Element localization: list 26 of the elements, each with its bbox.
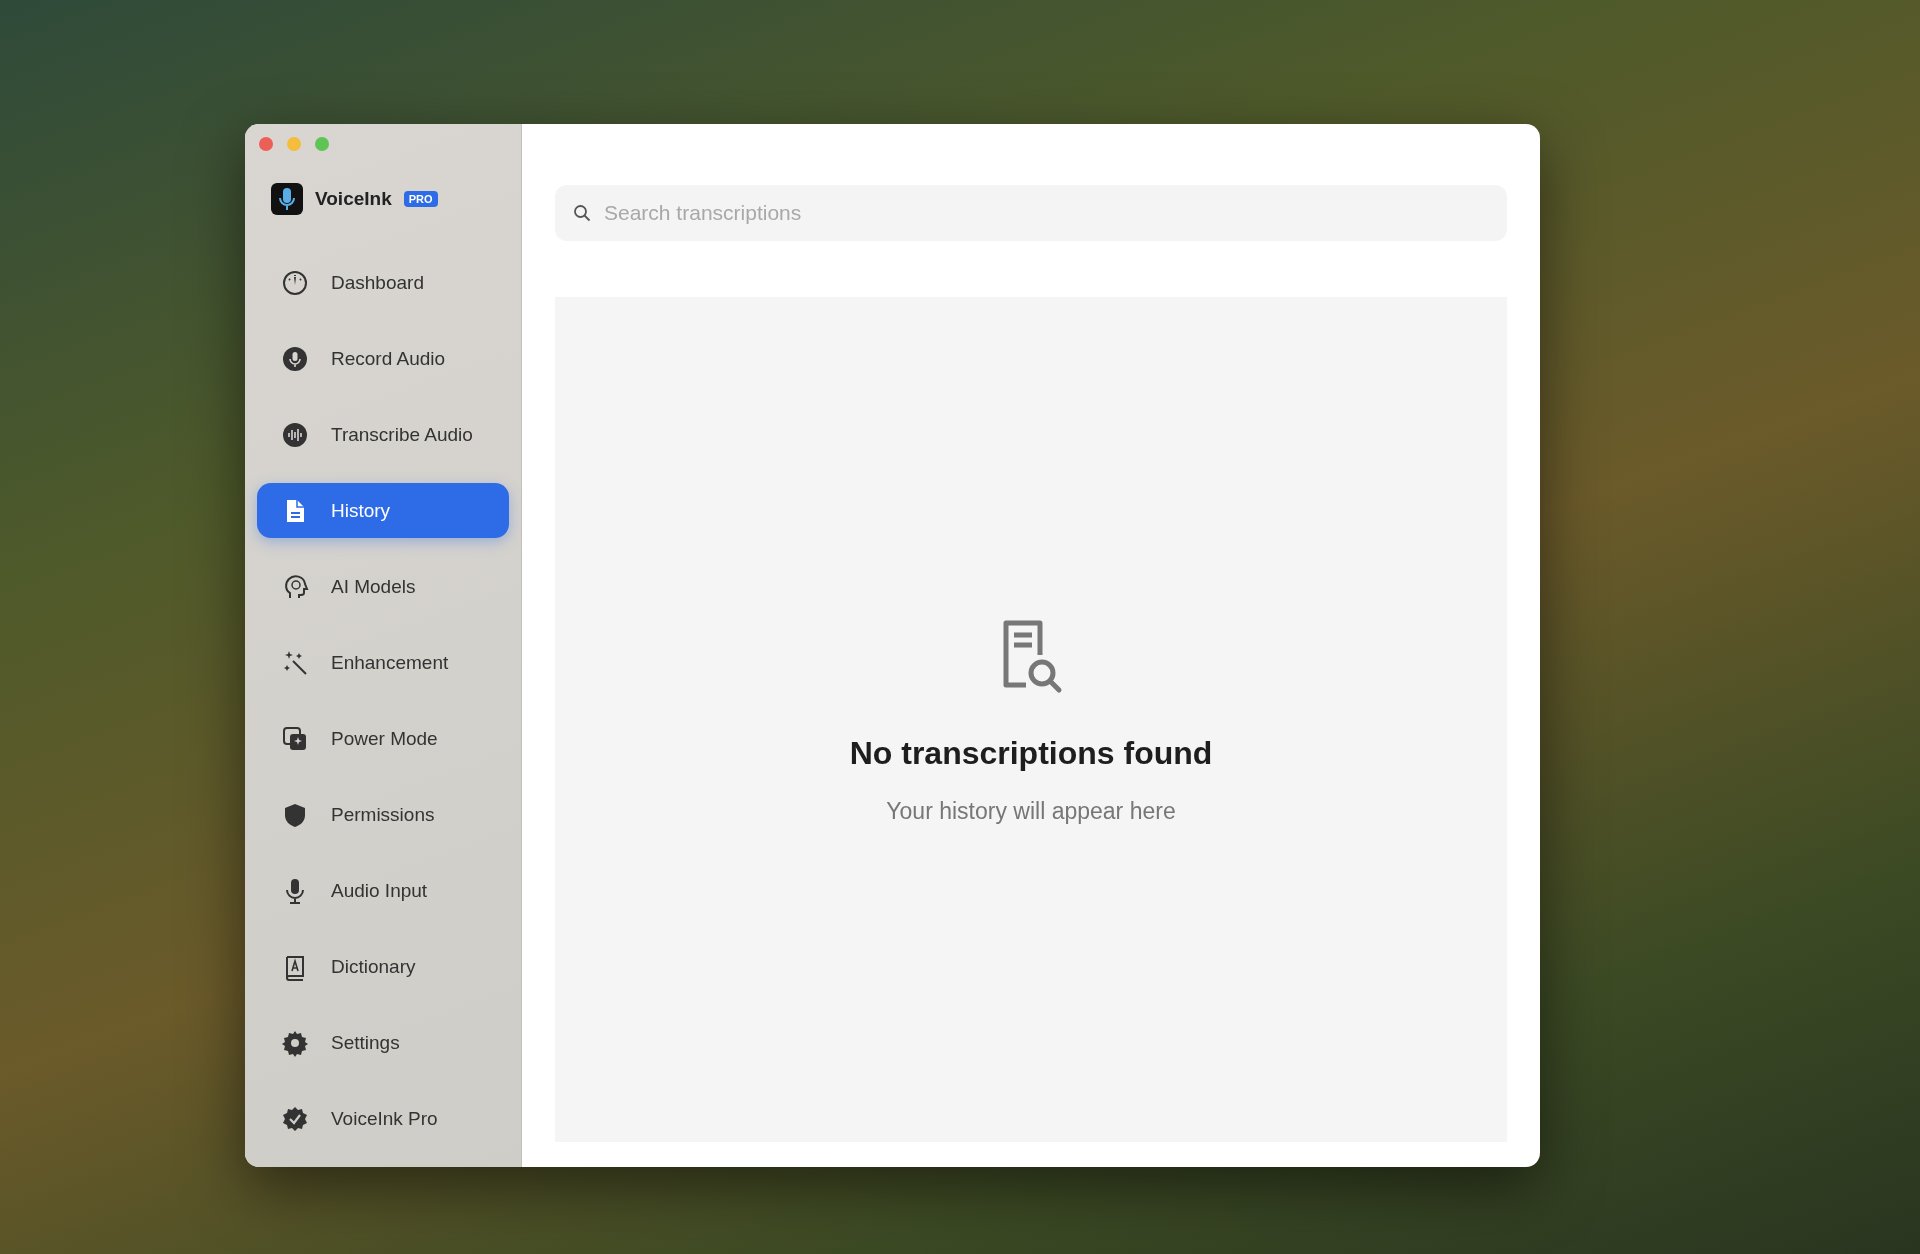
sidebar-item[interactable]: Dashboard bbox=[257, 255, 509, 310]
zoom-button[interactable] bbox=[315, 137, 329, 151]
checkmark-seal-icon bbox=[281, 1104, 309, 1133]
sidebar-item[interactable]: Permissions bbox=[257, 787, 509, 842]
sidebar-item[interactable]: History bbox=[257, 483, 509, 538]
minimize-button[interactable] bbox=[287, 137, 301, 151]
sidebar-item[interactable]: Settings bbox=[257, 1015, 509, 1070]
app-logo-icon bbox=[271, 183, 303, 215]
app-name: VoiceInk bbox=[315, 188, 392, 210]
close-button[interactable] bbox=[259, 137, 273, 151]
sidebar-item[interactable]: Audio Input bbox=[257, 863, 509, 918]
sidebar-item[interactable]: Dictionary bbox=[257, 939, 509, 994]
pro-badge: PRO bbox=[403, 191, 438, 207]
sidebar-item[interactable]: Enhancement bbox=[257, 635, 509, 690]
microphone-icon bbox=[281, 344, 309, 373]
empty-message: Your history will appear here bbox=[886, 797, 1176, 825]
sidebar-item[interactable]: VoiceInk Pro bbox=[257, 1091, 509, 1146]
search-field[interactable]: Search transcriptions bbox=[555, 185, 1507, 241]
empty-title: No transcriptions found bbox=[849, 734, 1213, 772]
waveform-icon bbox=[281, 420, 309, 449]
sidebar-item[interactable]: Record Audio bbox=[257, 331, 509, 386]
sidebar-item[interactable]: Power Mode bbox=[257, 711, 509, 766]
stacked-squares-icon bbox=[281, 724, 309, 753]
gauge-icon bbox=[281, 268, 309, 297]
sidebar-item[interactable]: Transcribe Audio bbox=[257, 407, 509, 462]
sidebar-item[interactable]: AI Models bbox=[257, 559, 509, 614]
